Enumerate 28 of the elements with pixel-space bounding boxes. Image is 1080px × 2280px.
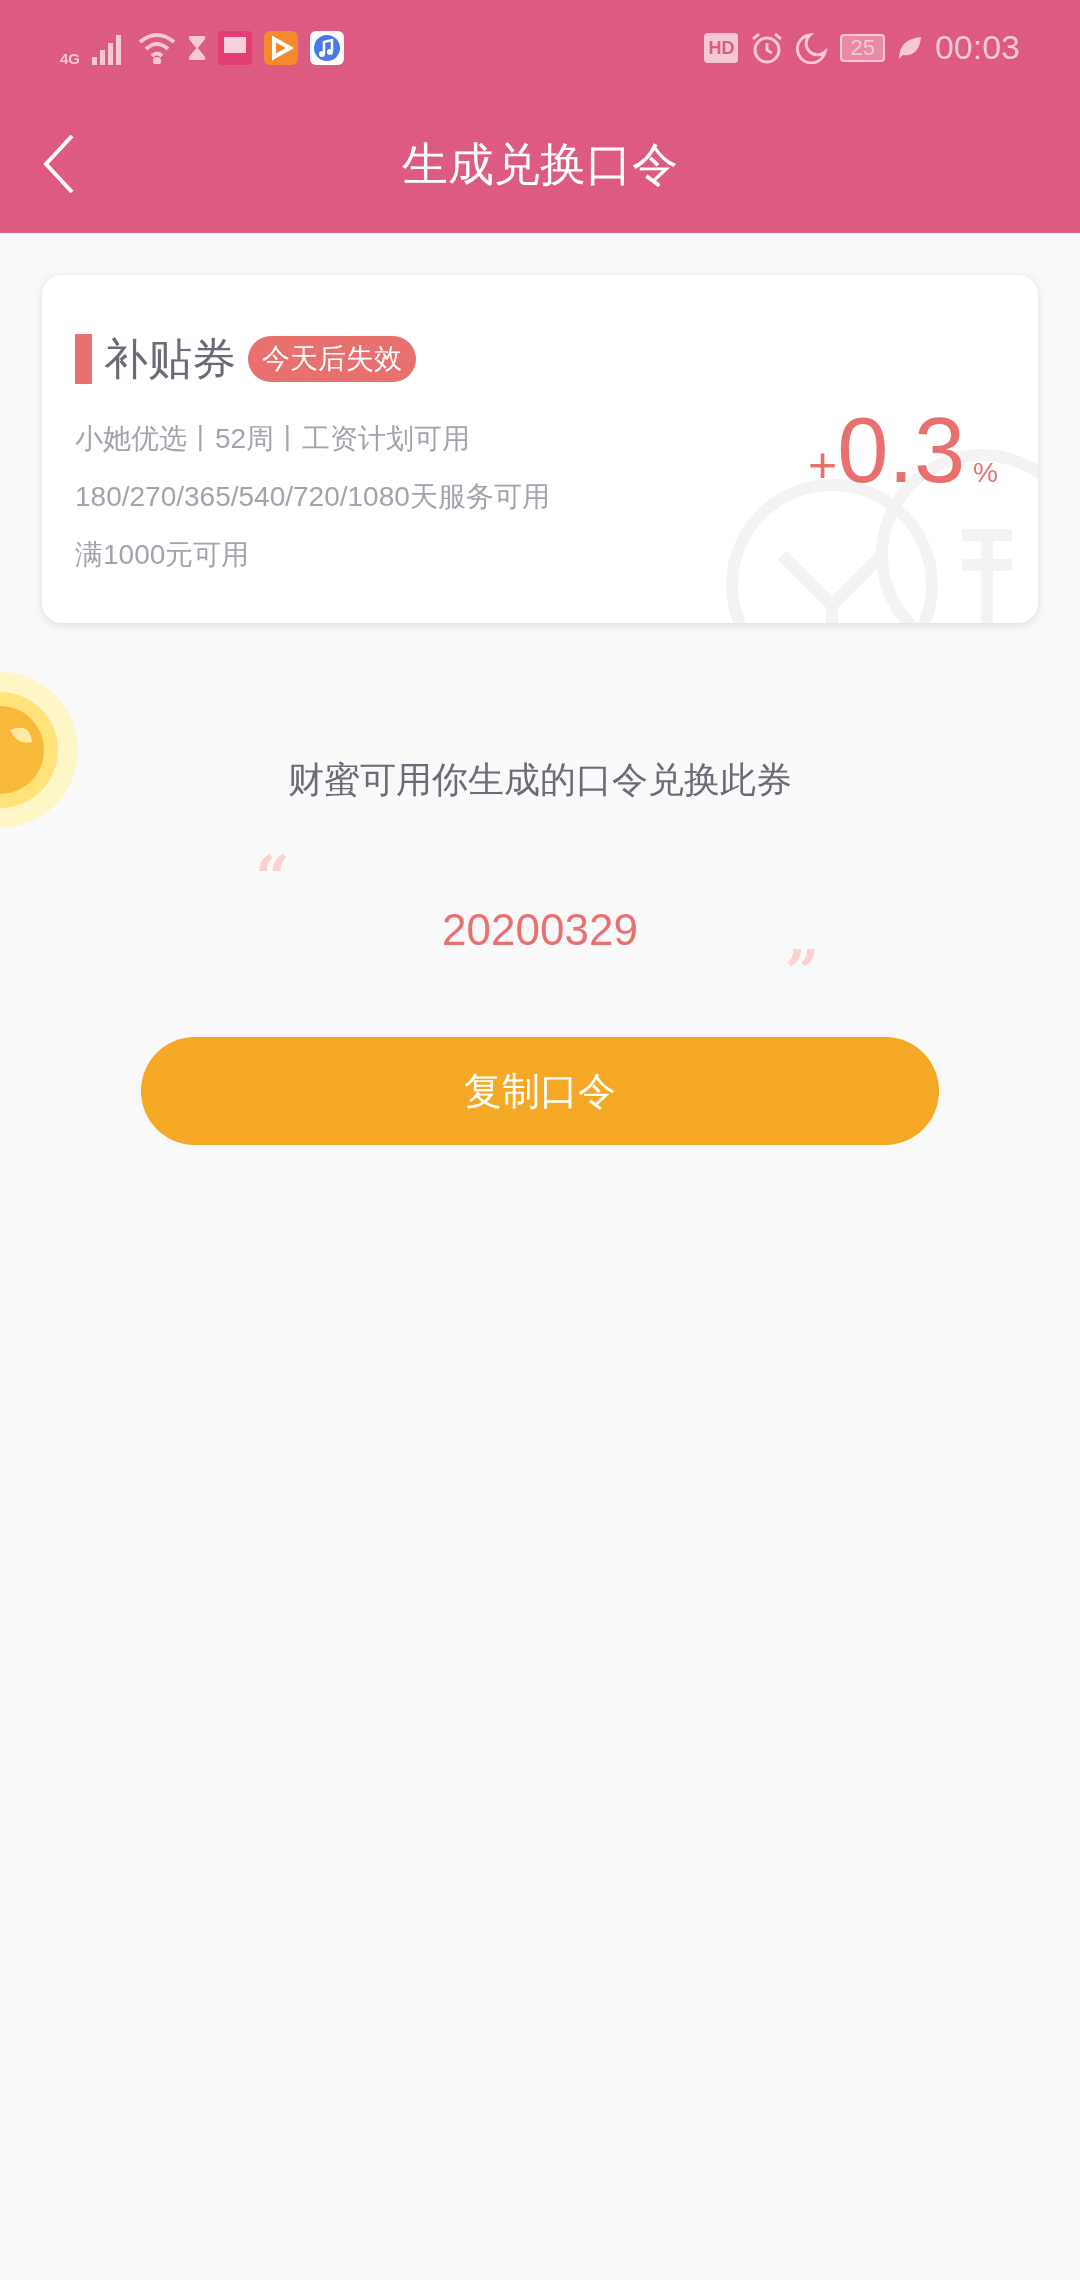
battery-indicator: 25 (840, 33, 885, 62)
rate-sign: + (808, 436, 838, 495)
alarm-icon (750, 30, 785, 65)
instruction-text: 财蜜可用你生成的口令兑换此券 (288, 758, 792, 802)
copy-code-button[interactable]: 复制口令 (141, 1037, 939, 1145)
clock-time: 00:03 (934, 27, 1020, 68)
code-value: 20200329 (442, 904, 638, 956)
expiry-tag: 今天后失效 (248, 336, 416, 382)
accent-bar (75, 334, 92, 384)
leaf-icon (896, 34, 923, 61)
page-title: 生成兑换口令 (402, 136, 678, 192)
coupon-detail: 180/270/365/540/720/1080天服务可用 (75, 480, 550, 514)
music-app-icon (310, 30, 344, 65)
rate-unit: % (973, 456, 998, 490)
coupon-detail: 小她优选丨52周丨工资计划可用 (75, 422, 471, 456)
back-icon[interactable] (42, 133, 76, 195)
hourglass-icon (188, 34, 206, 61)
app-icon (218, 30, 252, 65)
rate-value: 0.3 (837, 398, 966, 503)
wifi-icon (138, 31, 176, 64)
hd-badge: HD (704, 32, 739, 63)
open-quote: “ (255, 847, 290, 907)
network-type: 4G (60, 49, 80, 70)
moon-icon (796, 31, 829, 64)
video-app-icon (264, 30, 298, 65)
coupon-title: 补贴券 (104, 333, 236, 385)
close-quote: ” (785, 942, 820, 1002)
coupon-detail: 满1000元可用 (75, 538, 250, 572)
